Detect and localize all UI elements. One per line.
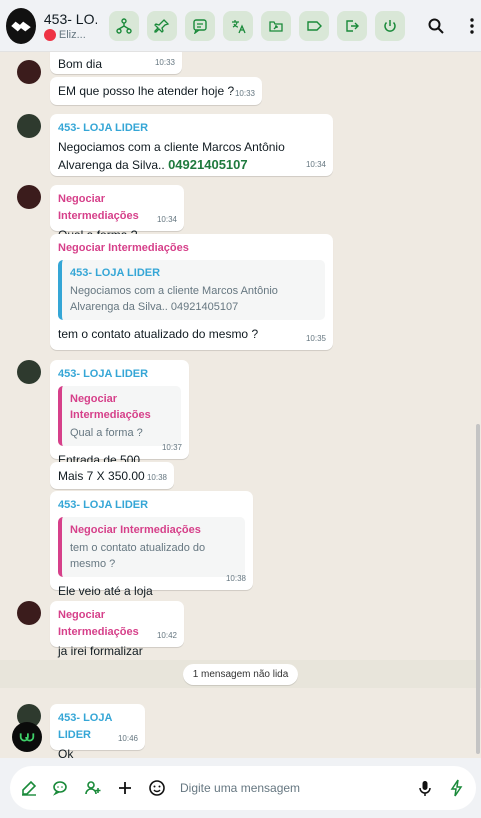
sender-avatar[interactable] bbox=[17, 60, 41, 84]
message-bubble[interactable]: 453- LOJA LIDER Negociar Intermediações … bbox=[50, 491, 253, 598]
message-time: 10:33 bbox=[234, 89, 255, 98]
chat-scrollbar[interactable] bbox=[476, 424, 480, 754]
share-tree-icon bbox=[116, 17, 132, 34]
quoted-message[interactable]: Negociar Intermediações tem o contato at… bbox=[58, 517, 245, 577]
message-text: Ok bbox=[58, 747, 74, 758]
chat-header: 453- LO. Eliz... bbox=[0, 0, 481, 52]
handshake-icon bbox=[11, 21, 31, 31]
contact-subtitle: Eliz... bbox=[58, 28, 86, 41]
edit-icon[interactable] bbox=[20, 779, 38, 797]
folder-share-icon bbox=[269, 20, 283, 32]
transfer-button[interactable] bbox=[109, 10, 139, 41]
composer-box bbox=[10, 766, 476, 810]
message-sender: 453- LOJA LIDER bbox=[58, 499, 149, 511]
notes-button[interactable] bbox=[185, 10, 215, 41]
message-bubble[interactable]: 453- LOJA LIDER Negociamos com a cliente… bbox=[50, 114, 333, 176]
message-bubble[interactable]: Mais 7 X 350.00 10:38 bbox=[50, 462, 174, 489]
message-sender: 453- LOJA LIDER bbox=[58, 368, 149, 380]
message-bubble[interactable]: 453- LOJA LIDER Ok 10:46 bbox=[50, 704, 145, 758]
message-time: 10:33 bbox=[154, 58, 175, 67]
plus-icon[interactable] bbox=[116, 779, 134, 797]
quoted-text: Negociamos com a cliente Marcos Antônio … bbox=[70, 285, 278, 313]
message-time: 10:35 bbox=[305, 334, 326, 343]
contact-avatar[interactable] bbox=[6, 7, 36, 44]
message-text-line2: Alvarenga da Silva.. 04921405107 bbox=[58, 156, 325, 174]
quoted-text: Qual a forma ? bbox=[70, 427, 143, 439]
chat-bubbles-icon[interactable] bbox=[52, 779, 70, 797]
message-list[interactable]: Bom dia 10:33 EM que posso lhe atender h… bbox=[0, 52, 481, 758]
header-toolbar bbox=[109, 10, 405, 41]
message-text-cont: Alvarenga da Silva.. bbox=[58, 158, 165, 172]
pin-icon bbox=[154, 18, 170, 33]
translate-button[interactable] bbox=[223, 10, 253, 41]
message-text: Ele veio até a loja bbox=[58, 584, 153, 598]
message-time: 10:37 bbox=[161, 443, 182, 452]
agent-mini-avatar bbox=[43, 28, 56, 41]
app-shortcut-button[interactable] bbox=[12, 722, 42, 752]
message-input[interactable] bbox=[180, 781, 402, 795]
finish-chat-button[interactable] bbox=[337, 10, 367, 41]
mic-icon[interactable] bbox=[416, 779, 434, 797]
quoted-message[interactable]: Negociar Intermediações Qual a forma ? bbox=[58, 386, 181, 446]
user-plus-icon[interactable] bbox=[84, 779, 102, 797]
message-bubble[interactable]: EM que posso lhe atender hoje ? 10:33 bbox=[50, 77, 262, 105]
files-button[interactable] bbox=[261, 10, 291, 41]
composer-bar bbox=[0, 758, 481, 818]
quoted-text: tem o contato atualizado do mesmo ? bbox=[70, 542, 206, 570]
translate-icon bbox=[232, 19, 246, 33]
pin-button[interactable] bbox=[147, 10, 177, 41]
contact-name: 453- LO. bbox=[43, 10, 97, 27]
message-time: 10:34 bbox=[156, 215, 177, 224]
message-time: 10:38 bbox=[225, 574, 246, 583]
contact-subtitle-row: Eliz... bbox=[43, 28, 97, 41]
bolt-icon[interactable] bbox=[448, 779, 466, 797]
label-button[interactable] bbox=[299, 10, 329, 41]
message-time: 10:34 bbox=[305, 160, 326, 169]
sender-avatar[interactable] bbox=[17, 360, 41, 384]
message-text: Negociamos com a cliente Marcos Antônio bbox=[58, 140, 285, 154]
message-text: EM que posso lhe atender hoje ? bbox=[58, 84, 235, 98]
header-actions bbox=[427, 17, 481, 35]
unread-divider: 1 mensagem não lida bbox=[0, 660, 481, 688]
close-chat-button[interactable] bbox=[375, 10, 405, 41]
message-text: ja irei formalizar bbox=[58, 644, 143, 658]
message-bubble[interactable]: Negociar Intermediações 453- LOJA LIDER … bbox=[50, 234, 333, 350]
message-text: tem o contato atualizado do mesmo ? bbox=[58, 327, 259, 341]
sender-avatar[interactable] bbox=[17, 114, 41, 138]
message-bubble[interactable]: Bom dia 10:33 bbox=[50, 52, 182, 74]
message-bubble[interactable]: Negociar Intermediações ja irei formaliz… bbox=[50, 601, 184, 658]
kebab-menu-icon[interactable] bbox=[463, 17, 481, 35]
sticker-icon[interactable] bbox=[148, 779, 166, 797]
power-icon bbox=[384, 19, 396, 32]
chat-note-icon bbox=[193, 18, 207, 34]
message-sender: 453- LOJA LIDER bbox=[58, 122, 149, 134]
exit-arrow-icon bbox=[346, 19, 359, 32]
label-icon bbox=[307, 20, 322, 31]
search-icon[interactable] bbox=[427, 17, 445, 35]
message-time: 10:38 bbox=[146, 473, 167, 482]
sender-avatar[interactable] bbox=[17, 185, 41, 209]
quoted-sender: Negociar Intermediações bbox=[70, 393, 151, 421]
message-bubble[interactable]: Negociar Intermediações Qual a forma ? 1… bbox=[50, 185, 184, 242]
quoted-sender: 453- LOJA LIDER bbox=[70, 267, 161, 279]
quoted-message[interactable]: 453- LOJA LIDER Negociamos com a cliente… bbox=[58, 260, 325, 320]
unread-label: 1 mensagem não lida bbox=[182, 663, 299, 685]
message-time: 10:46 bbox=[117, 734, 138, 743]
phone-link[interactable]: 04921405107 bbox=[168, 157, 248, 172]
message-sender: Negociar Intermediações bbox=[58, 242, 189, 254]
message-time: 10:42 bbox=[156, 631, 177, 640]
quoted-sender: Negociar Intermediações bbox=[70, 524, 201, 536]
sender-avatar[interactable] bbox=[17, 601, 41, 625]
brand-logo-icon bbox=[19, 733, 35, 742]
contact-info[interactable]: 453- LO. Eliz... bbox=[43, 10, 97, 41]
message-bubble[interactable]: 453- LOJA LIDER Negociar Intermediações … bbox=[50, 360, 189, 467]
